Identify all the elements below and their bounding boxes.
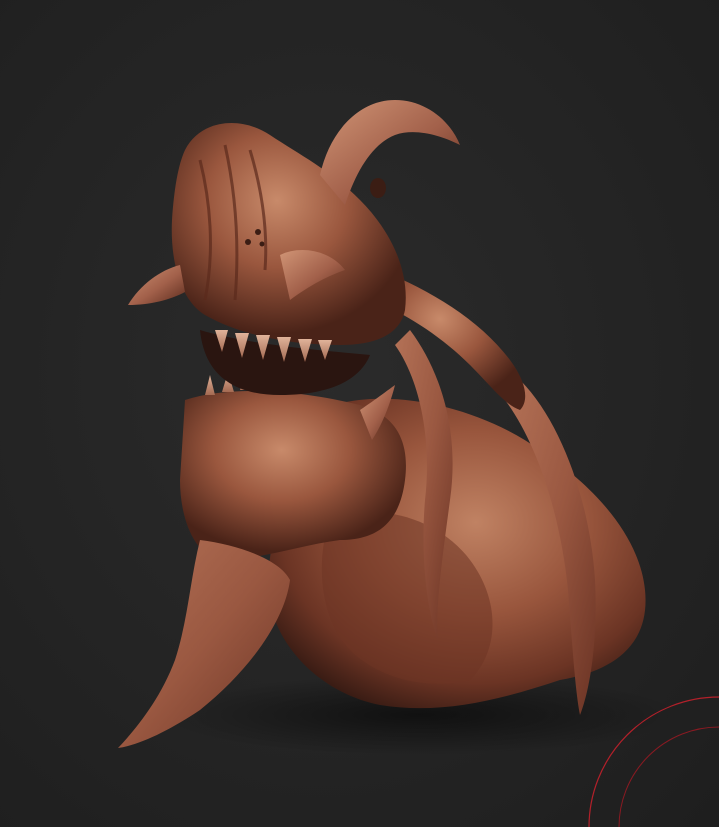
head-mass [171, 123, 406, 345]
render-viewport [0, 0, 719, 827]
left-horn [128, 265, 185, 305]
corner-accent-arcs [588, 696, 719, 827]
horn-nub [370, 178, 386, 198]
top-horn [320, 100, 460, 205]
